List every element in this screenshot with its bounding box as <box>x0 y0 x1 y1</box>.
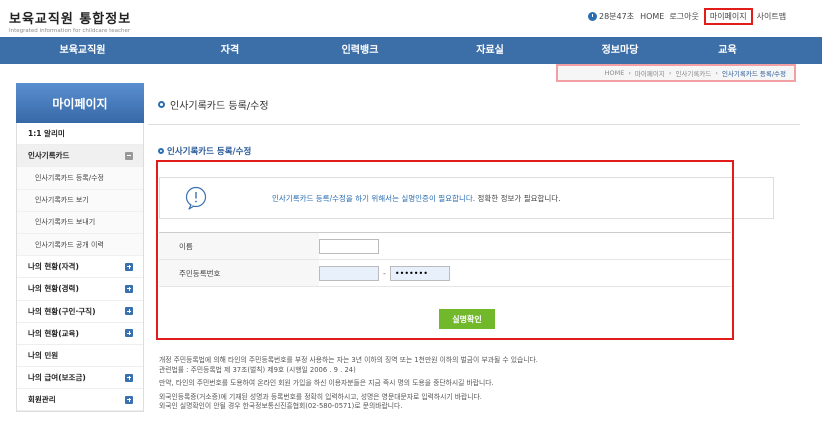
breadcrumb-record-card[interactable]: 인사기록카드 <box>675 68 711 78</box>
notice-box: 인사기록카드 등록/수정을 하기 위해서는 실명인증이 필요합니다. 정확한 정… <box>159 177 774 219</box>
sidebar-menu: 1:1 알리미 인사기록카드 인사기록카드 등록/수정 인사기록카드 보기 인사… <box>16 123 144 413</box>
rrn-field-wrapper: - <box>319 265 450 281</box>
sidebar-item-status-qualification[interactable]: 나의 현황(자격) <box>17 256 143 279</box>
sidebar-item-label: 나의 현황(자격) <box>28 262 79 272</box>
sidebar-subitem-history[interactable]: 인사기록카드 공개 이력 <box>17 233 143 257</box>
verify-button[interactable]: 실명확인 <box>439 309 495 329</box>
mypage-link[interactable]: 마이페이지 <box>703 7 753 25</box>
form-row-name: 이름 <box>159 233 731 260</box>
logout-link[interactable]: 로그아웃 <box>669 11 698 22</box>
sidebar-item-notifier[interactable]: 1:1 알리미 <box>17 123 143 146</box>
sidebar-subitem-send[interactable]: 인사기록카드 보내기 <box>17 211 143 234</box>
legal-notice-line: 만약, 타인의 주민번호를 도용하여 온라인 회원 가입을 하신 이용자분들은 … <box>159 379 494 387</box>
expand-icon[interactable] <box>125 373 133 382</box>
sidebar-item-member[interactable]: 회원관리 <box>17 389 143 412</box>
page-title: 인사기록카드 등록/수정 <box>170 101 269 112</box>
legal-notice-line: 외국인 실명확인이 안될 경우 한국정보통신진흥협회(02-580-0571)로… <box>159 402 403 410</box>
form-row-rrn: 주민등록번호 - <box>159 260 731 287</box>
nav-item-education[interactable]: 교육 <box>685 37 770 64</box>
sidebar: 마이페이지 1:1 알리미 인사기록카드 인사기록카드 등록/수정 인사기록카드… <box>16 83 144 413</box>
breadcrumb-mypage[interactable]: 마이페이지 <box>635 68 665 78</box>
sidebar-item-salary[interactable]: 나의 급여(보조금) <box>17 367 143 390</box>
legal-notice-line: 외국인등록증(거소증)에 기재된 성명과 등록번호를 정확히 입력하시고, 성명… <box>159 392 482 401</box>
nav-item-talent-bank[interactable]: 인력뱅크 <box>295 37 425 64</box>
rrn-back-input[interactable] <box>389 265 450 281</box>
rrn-front-input[interactable] <box>319 265 379 281</box>
nav-item-teachers[interactable]: 보육교직원 <box>0 37 165 64</box>
home-link[interactable]: HOME <box>640 12 664 21</box>
sidebar-item-record-card[interactable]: 인사기록카드 <box>17 145 143 168</box>
sidebar-item-label: 회원관리 <box>28 395 56 405</box>
main-nav: 보육교직원 자격 인력뱅크 자료실 정보마당 교육 <box>0 37 822 64</box>
legal-notice-line: 관련법률 : 주민등록법 제 37조(벌칙) 제9호 (시행일 2006 . 9… <box>159 365 356 374</box>
sidebar-item-complaints[interactable]: 나의 민원 <box>17 345 143 368</box>
breadcrumb-home[interactable]: HOME <box>605 69 625 77</box>
sidebar-title: 마이페이지 <box>16 83 144 123</box>
sidebar-item-label: 1:1 알리미 <box>28 129 65 139</box>
logo-title: 보육교직원 통합정보 <box>9 12 132 27</box>
rrn-label: 주민등록번호 <box>159 260 319 286</box>
sidebar-item-label: 나의 현황(경력) <box>28 284 79 294</box>
sidebar-item-label: 나의 현황(교육) <box>28 328 79 338</box>
rrn-dash: - <box>383 268 386 278</box>
logo-subtitle: Integrated information for childcare tea… <box>9 28 131 34</box>
legal-notice: 개정 주민등록법에 의해 타인의 주민등록번호를 부정 사용하는 자는 3년 이… <box>159 356 799 412</box>
sidebar-subitem-register[interactable]: 인사기록카드 등록/수정 <box>17 167 143 190</box>
title-bullet-icon <box>158 101 165 108</box>
title-bullet-icon <box>158 148 164 154</box>
breadcrumb-separator: › <box>628 69 631 77</box>
sidebar-item-status-education[interactable]: 나의 현황(교육) <box>17 323 143 345</box>
nav-item-info[interactable]: 정보마당 <box>555 37 685 64</box>
nav-item-qualification[interactable]: 자격 <box>165 37 295 64</box>
sitemap-link[interactable]: 사이트맵 <box>757 11 786 22</box>
name-label: 이름 <box>159 233 319 259</box>
name-input[interactable] <box>319 238 379 254</box>
session-timer: 28분47초 <box>588 11 634 22</box>
sidebar-item-label: 나의 급여(보조금) <box>28 373 86 383</box>
collapse-icon[interactable] <box>125 151 133 160</box>
legal-notice-line: 개정 주민등록법에 의해 타인의 주민등록번호를 부정 사용하는 자는 3년 이… <box>159 356 538 364</box>
breadcrumb-separator: › <box>668 69 672 77</box>
notice-highlight: 인사기록카드 등록/수정을 하기 위해서는 실명인증이 필요합니다. <box>272 193 476 203</box>
section-title-text: 인사기록카드 등록/수정 <box>167 147 252 157</box>
notice-rest: 정확한 정보가 필요합니다. <box>475 193 561 203</box>
breadcrumb-separator: › <box>715 69 718 77</box>
utility-bar: 28분47초 HOME 로그아웃 마이페이지 사이트맵 <box>588 7 791 25</box>
expand-icon[interactable] <box>125 395 133 404</box>
sidebar-item-status-jobs[interactable]: 나의 현황(구인·구직) <box>17 301 143 323</box>
sidebar-item-label: 나의 민원 <box>28 350 59 360</box>
session-timer-value: 28분47초 <box>599 11 635 21</box>
site-logo[interactable]: 보육교직원 통합정보 Integrated information for ch… <box>9 8 131 34</box>
nav-item-archive[interactable]: 자료실 <box>425 37 555 64</box>
section-title: 인사기록카드 등록/수정 <box>158 145 251 157</box>
page-title-bar: 인사기록카드 등록/수정 <box>148 85 800 125</box>
notice-text: 인사기록카드 등록/수정을 하기 위해서는 실명인증이 필요합니다. 정확한 정… <box>272 193 561 204</box>
verification-form: 이름 주민등록번호 - <box>159 232 731 287</box>
speech-bubble-alert-icon <box>185 186 207 210</box>
expand-icon[interactable] <box>125 284 133 293</box>
breadcrumb: HOME › 마이페이지 › 인사기록카드 › 인사기록카드 등록/수정 <box>556 64 796 82</box>
name-field-wrapper <box>319 238 379 254</box>
expand-icon[interactable] <box>125 262 133 271</box>
breadcrumb-current: 인사기록카드 등록/수정 <box>721 70 786 78</box>
expand-icon[interactable] <box>125 329 133 338</box>
sidebar-item-label: 나의 현황(구인·구직) <box>28 306 96 316</box>
sidebar-item-status-career[interactable]: 나의 현황(경력) <box>17 278 143 301</box>
sidebar-subitem-view[interactable]: 인사기록카드 보기 <box>17 189 143 212</box>
sidebar-item-label: 인사기록카드 <box>28 151 70 161</box>
expand-icon[interactable] <box>125 307 133 316</box>
clock-icon <box>588 11 597 21</box>
